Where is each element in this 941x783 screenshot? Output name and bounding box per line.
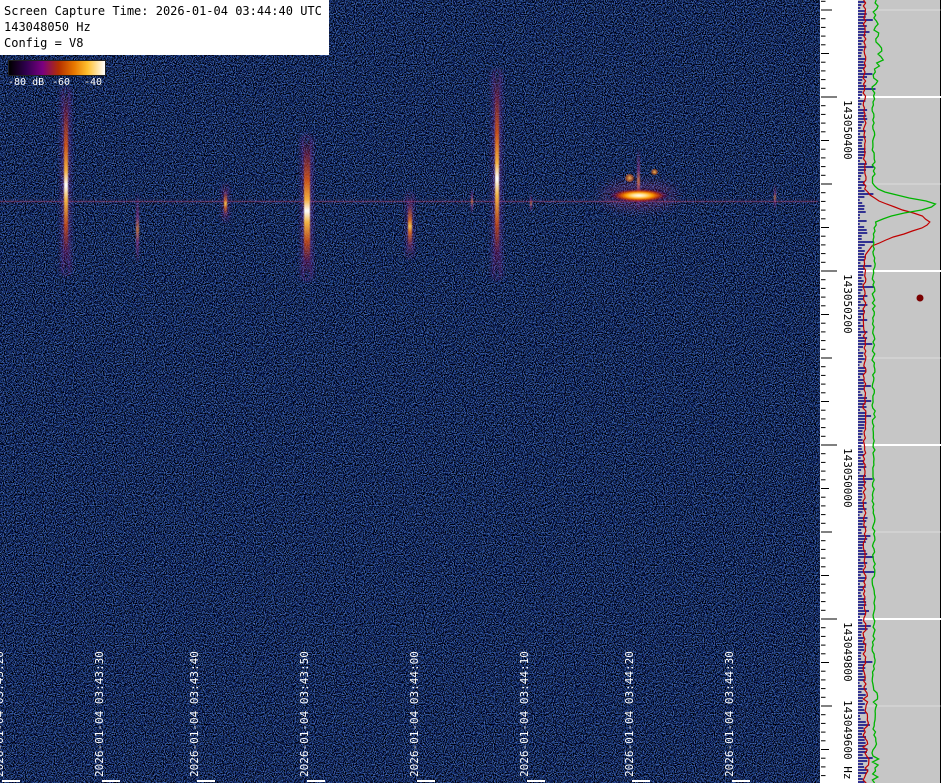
time-axis-tick bbox=[2, 780, 20, 782]
live-spectrum-trace bbox=[872, 0, 935, 783]
colorbar-labels: -80 dB -60 -40 bbox=[8, 76, 108, 88]
echo-event bbox=[408, 194, 412, 256]
time-axis-label: 2026-01-04 03:44:30 bbox=[723, 651, 736, 777]
time-axis-tick bbox=[307, 780, 325, 782]
frequency-axis: 143050400 143050200 143050000 143049800 … bbox=[820, 0, 858, 783]
echo-event bbox=[774, 184, 776, 210]
time-axis-label: 2026-01-04 03:43:50 bbox=[298, 651, 311, 777]
time-axis-tick bbox=[102, 780, 120, 782]
time-axis-label: 2026-01-04 03:43:40 bbox=[188, 651, 201, 777]
marker-dot bbox=[917, 295, 924, 302]
echo-event bbox=[64, 90, 68, 273]
frequency-axis-label: 143049600 Hz bbox=[841, 700, 854, 779]
spectrum-gridlines bbox=[858, 10, 941, 706]
echo-event bbox=[136, 192, 139, 264]
spectrum-graph bbox=[858, 0, 941, 783]
echo-event bbox=[224, 186, 227, 220]
center-frequency-text: 143048050 Hz bbox=[4, 19, 322, 35]
echo-event bbox=[304, 138, 310, 278]
echo-event bbox=[471, 188, 473, 214]
time-axis-label: 2026-01-04 03:44:10 bbox=[518, 651, 531, 777]
time-axis-label: 2026-01-04 03:43:30 bbox=[93, 651, 106, 777]
echo-event bbox=[651, 169, 658, 175]
colorbar-gradient bbox=[8, 60, 106, 76]
time-axis-label: 2026-01-04 03:44:20 bbox=[623, 651, 636, 777]
colorbar: -80 dB -60 -40 bbox=[8, 60, 108, 88]
frequency-axis-label: 143050200 bbox=[841, 274, 854, 334]
time-axis-label: 2026-01-04 03:43:20 bbox=[0, 651, 6, 777]
colorbar-label-mid: -60 bbox=[52, 77, 70, 88]
info-box: Screen Capture Time: 2026-01-04 03:44:40… bbox=[0, 0, 329, 55]
spectrum-capture-screen: Screen Capture Time: 2026-01-04 03:44:40… bbox=[0, 0, 941, 783]
colorbar-label-min: -80 dB bbox=[8, 77, 44, 88]
time-axis-label: 2026-01-04 03:44:00 bbox=[408, 651, 421, 777]
echo-event bbox=[530, 194, 532, 212]
frequency-axis-label: 143050400 bbox=[841, 100, 854, 160]
config-text: Config = V8 bbox=[4, 35, 322, 51]
echo-event bbox=[607, 188, 671, 203]
colorbar-label-max: -40 bbox=[84, 77, 102, 88]
echo-event bbox=[625, 174, 634, 182]
time-axis-tick bbox=[732, 780, 750, 782]
spectrum-panel bbox=[858, 0, 941, 783]
time-axis-tick bbox=[527, 780, 545, 782]
time-axis-tick bbox=[632, 780, 650, 782]
echo-event bbox=[495, 72, 499, 277]
frequency-axis-label: 143050000 bbox=[841, 448, 854, 508]
time-axis-tick bbox=[197, 780, 215, 782]
waterfall-spectrogram: Screen Capture Time: 2026-01-04 03:44:40… bbox=[0, 0, 820, 783]
time-axis-tick bbox=[417, 780, 435, 782]
capture-time-text: Screen Capture Time: 2026-01-04 03:44:40… bbox=[4, 3, 322, 19]
frequency-axis-label: 143049800 bbox=[841, 622, 854, 682]
